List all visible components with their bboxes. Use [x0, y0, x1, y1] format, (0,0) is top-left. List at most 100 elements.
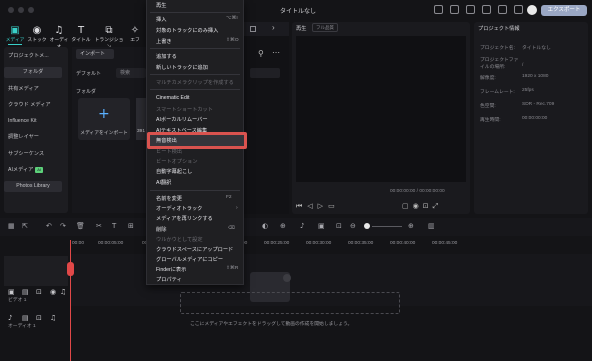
drop-hint: ここにメディアやエフェクトをドラッグして動画の作成を開始しましょう。: [190, 322, 353, 327]
media-browser-extension: [243, 22, 289, 214]
crop-icon[interactable]: ⊞: [128, 222, 134, 230]
window-controls[interactable]: [8, 7, 34, 13]
menu-item-append-new-track[interactable]: 新しいトラックに追加: [156, 64, 208, 71]
grid-icon[interactable]: ▥: [428, 222, 435, 230]
filter-icon[interactable]: ⚲: [258, 49, 264, 58]
tab-media[interactable]: ▣ メディア: [4, 25, 26, 43]
player-title: 再生: [296, 26, 307, 32]
playback-controls[interactable]: ⏮◁▷▭: [296, 202, 340, 211]
redo-icon[interactable]: ↷: [60, 222, 66, 230]
volume-icon[interactable]: ♫: [50, 314, 56, 322]
menu-item-relink-media[interactable]: メディアを再リンクする: [156, 215, 213, 222]
lock-icon[interactable]: ⊡: [36, 288, 42, 296]
marker-icon[interactable]: ◐: [262, 222, 268, 230]
menu-item-cinematic-edit[interactable]: Cinematic Edit: [156, 95, 189, 101]
menu-item-insert-target-track[interactable]: 対象のトラックにのみ挿入: [156, 27, 218, 34]
menu-item-insert[interactable]: 挿入: [156, 16, 166, 23]
menu-item-play[interactable]: 再生: [156, 2, 166, 9]
prop-row: 解像度: 1920 x 1080: [480, 74, 549, 81]
sidebar-item-photos-library[interactable]: Photos Library: [4, 181, 62, 192]
menu-separator: [150, 74, 240, 75]
snap-icon[interactable]: ⊕: [280, 222, 286, 230]
sidebar-item-folder[interactable]: フォルダ: [4, 67, 62, 78]
tab-stock[interactable]: ◉ ストック: [26, 25, 48, 43]
sidebar-item-cloud-media[interactable]: クラウド メディア: [4, 100, 62, 111]
sort-dropdown[interactable]: デフォルト: [76, 70, 101, 77]
zoom-out-icon[interactable]: ⊖: [350, 222, 356, 230]
audio-track-label: オーディオ 1: [8, 324, 36, 329]
menu-separator: [150, 48, 240, 49]
more-options-icon[interactable]: ⋯: [272, 48, 280, 57]
sidebar-item-shared-media[interactable]: 共有メディア: [4, 84, 62, 95]
account-avatar[interactable]: [527, 5, 537, 15]
prop-row: プロジェクトファイルの場所: /: [480, 58, 524, 70]
menu-item-upload-cloud[interactable]: クラウドスペースにアップロード: [156, 246, 233, 253]
menu-item-beat-detection: ビート検出: [156, 149, 182, 155]
audio-icon: ♫: [54, 25, 64, 36]
transition-icon: ⧉: [105, 25, 113, 36]
render-icon[interactable]: ▣: [318, 222, 325, 230]
effects-icon: ✧: [130, 25, 140, 36]
menu-item-ai-translate[interactable]: AI翻訳: [156, 179, 171, 186]
layout-icon[interactable]: ▦: [8, 222, 15, 230]
tab-effects[interactable]: ✧ エフ: [126, 25, 144, 43]
shortcut-overwrite: ⇧⌘O: [226, 38, 239, 43]
menu-item-show-in-finder[interactable]: Finderに表示: [156, 266, 186, 273]
select-tool-icon[interactable]: ⇱: [22, 222, 28, 230]
tab-title[interactable]: T タイトル: [70, 25, 92, 43]
shortcut-delete: ⌫: [228, 226, 235, 231]
sidebar-item-influence-kit[interactable]: Influence Kit: [4, 116, 62, 127]
import-media-label: メディアをインポート: [80, 131, 128, 136]
menu-item-properties[interactable]: プロパティ: [156, 276, 182, 283]
playhead-handle[interactable]: [67, 262, 74, 276]
download-icon[interactable]: [250, 26, 256, 32]
timeline-toolbar: [0, 218, 592, 236]
menu-item-ai-vocal-remover[interactable]: AIボーカルリムーバー: [156, 116, 208, 123]
import-button[interactable]: インポート: [76, 49, 114, 59]
eye-icon[interactable]: ◉: [50, 288, 56, 296]
text-tool-icon[interactable]: T: [112, 222, 116, 230]
delete-icon[interactable]: 🗑: [76, 222, 85, 230]
menu-item-beat-options: ビートオプション: [156, 159, 198, 165]
folder-icon[interactable]: ▤: [22, 288, 29, 296]
audio-track-icon: ♪: [8, 314, 13, 322]
fit-icon[interactable]: ⊡: [336, 222, 342, 230]
audio-mixer-icon[interactable]: ♪: [300, 222, 304, 230]
media-icon: ▣: [10, 25, 20, 36]
menu-item-auto-subtitle[interactable]: 自動字幕起こし: [156, 168, 192, 175]
player-view-controls[interactable]: ▢◉⊡⤢: [402, 202, 442, 211]
title-bar: タイトルなし エクスポート: [0, 0, 592, 20]
zoom-slider-knob[interactable]: [364, 223, 370, 229]
sidebar-item-subsequence[interactable]: サブシーケンス: [4, 149, 62, 160]
lock-icon[interactable]: ⊡: [36, 314, 42, 322]
undo-icon[interactable]: ↶: [46, 222, 52, 230]
ruler-tick: 00:00:40:00: [390, 241, 416, 246]
split-icon[interactable]: ✂: [96, 222, 102, 230]
ruler-tick: 00:00: [72, 241, 85, 246]
zoom-in-icon[interactable]: ⊕: [408, 222, 414, 230]
zoom-slider[interactable]: [372, 226, 402, 227]
folder-icon[interactable]: ▤: [22, 314, 29, 322]
sidebar-item-ai-media[interactable]: AIメディア AI: [4, 165, 62, 176]
shortcut-finder: ⇧⌘R: [226, 266, 239, 271]
playhead[interactable]: [70, 240, 71, 361]
menu-item-set-as: ウルかウとして設定: [156, 237, 203, 243]
menu-item-rename[interactable]: 名前を変更: [156, 195, 182, 202]
media-search-input[interactable]: 検索: [116, 68, 146, 78]
more-icon[interactable]: ›: [272, 23, 275, 32]
menu-item-audio-track[interactable]: オーディオトラック: [156, 205, 202, 212]
sidebar-item-project-media[interactable]: プロジェクトメ...: [4, 51, 62, 62]
timeline-drop-zone[interactable]: [180, 292, 400, 314]
titlebar-icons[interactable]: [434, 5, 523, 14]
menu-item-copy-global-media[interactable]: グローバルメディアにコピー: [156, 256, 223, 263]
menu-item-overwrite[interactable]: 上書き: [156, 38, 172, 45]
export-button[interactable]: エクスポート: [541, 5, 587, 16]
sidebar-item-adjustment-layer[interactable]: 調整レイヤー: [4, 132, 62, 143]
mute-icon[interactable]: ♫: [60, 288, 66, 296]
media-toolbar: ▣メディア ◉ストック ♫オーディオ Tタイトル ⧉トランジション ✧エフ: [0, 22, 146, 50]
menu-item-append[interactable]: 追加する: [156, 53, 177, 60]
quality-dropdown[interactable]: フル品質: [312, 23, 338, 32]
filter-field[interactable]: [250, 68, 280, 78]
menu-item-delete[interactable]: 削除: [156, 226, 166, 233]
video-track-header: ▣ ▤ ⊡ ◉ ♫ ビデオ 1: [4, 256, 68, 303]
